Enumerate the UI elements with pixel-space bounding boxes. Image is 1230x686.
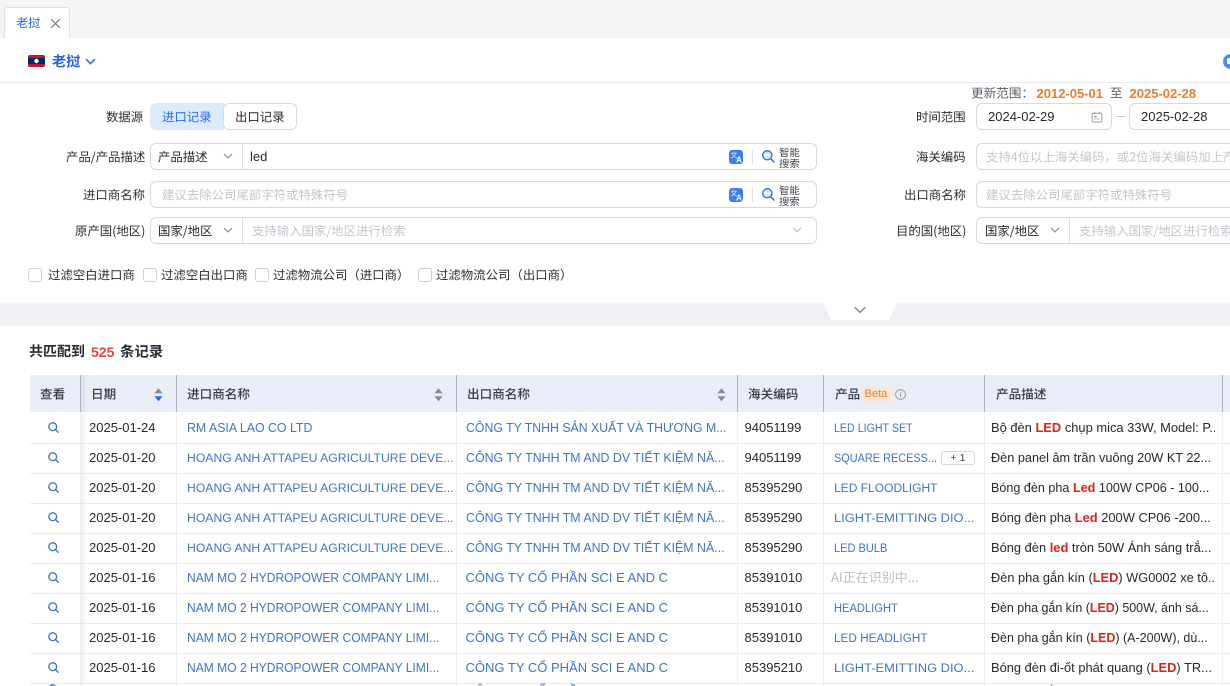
svg-text:A: A <box>736 155 742 164</box>
svg-text:A: A <box>736 193 742 202</box>
